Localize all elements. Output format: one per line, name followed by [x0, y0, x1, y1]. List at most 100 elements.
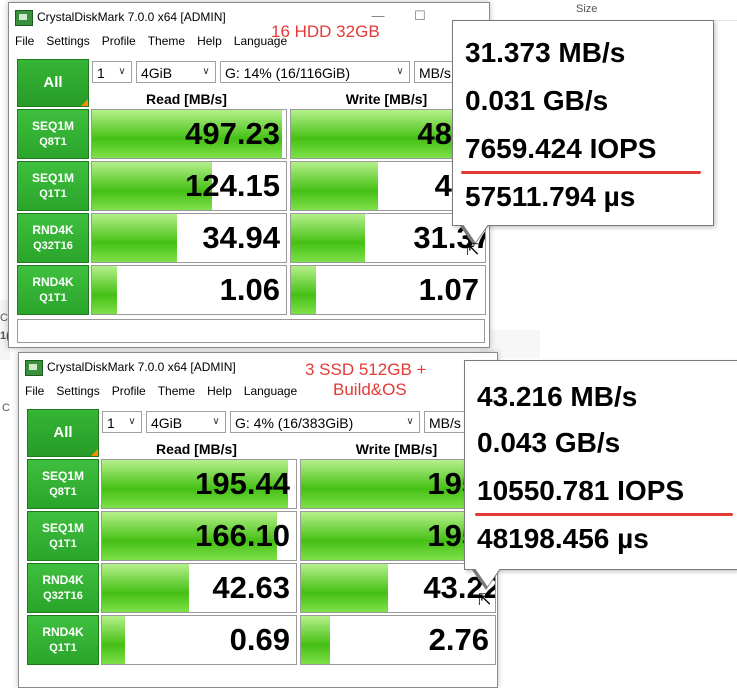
read-column-header: Read [MB/s]	[156, 441, 237, 457]
iops-underline	[475, 513, 733, 516]
all-button-label: All	[43, 74, 63, 91]
menu-help[interactable]: Help	[191, 31, 228, 51]
test-params: Q1T1	[49, 642, 77, 654]
test-name: RND4K	[32, 223, 74, 237]
benchmark-panel: All 1 ∨ 4GiB ∨ G: 4% (16/383GiB) ∨ MB/s …	[19, 401, 497, 687]
test-params: Q32T16	[43, 590, 83, 602]
count-select[interactable]: 1 ∨	[92, 61, 132, 83]
mouse-cursor-icon: ⇱	[478, 592, 492, 609]
menu-theme[interactable]: Theme	[142, 31, 191, 51]
read-result: 497.23	[91, 109, 287, 159]
title-bar[interactable]: CrystalDiskMark 7.0.0 x64 [ADMIN] 3 SSD …	[19, 353, 497, 399]
read-value: 1.06	[219, 272, 280, 307]
read-value: 124.15	[185, 168, 280, 203]
test-name: RND4K	[32, 275, 74, 289]
all-button-label: All	[53, 424, 73, 441]
test-params: Q1T1	[39, 188, 67, 200]
corner-marker	[81, 99, 88, 106]
chevron-down-icon: ∨	[118, 66, 126, 77]
read-bar	[92, 214, 178, 262]
all-button[interactable]: All	[17, 59, 89, 107]
read-value: 497.23	[185, 116, 280, 151]
write-bar	[301, 564, 389, 612]
test-name: SEQ1M	[31, 119, 74, 133]
read-value: 34.94	[202, 220, 280, 255]
test-name: SEQ1M	[31, 171, 74, 185]
test-button-rnd4k-q1t1[interactable]: RND4K Q1T1	[27, 615, 99, 665]
test-params: Q1T1	[39, 292, 67, 304]
read-bar	[102, 616, 126, 664]
tooltip-latency: 57511.794 µs	[465, 181, 636, 212]
count-select[interactable]: 1 ∨	[102, 411, 142, 433]
size-value: 4GiB	[141, 65, 173, 81]
background-text: C	[2, 402, 10, 414]
read-result: 0.69	[101, 615, 297, 665]
read-value: 195.44	[195, 466, 290, 501]
write-bar	[291, 214, 365, 262]
menu-help[interactable]: Help	[201, 381, 238, 401]
menu-settings[interactable]: Settings	[40, 31, 95, 51]
menu-file[interactable]: File	[19, 381, 50, 401]
read-result: 34.94	[91, 213, 287, 263]
maximize-icon[interactable]: ☐	[409, 7, 431, 25]
chevron-down-icon: ∨	[406, 416, 414, 427]
size-value: 4GiB	[151, 415, 183, 431]
app-icon	[15, 10, 33, 26]
test-button-seq1m-q1t1[interactable]: SEQ1M Q1T1	[17, 161, 89, 211]
test-button-rnd4k-q1t1[interactable]: RND4K Q1T1	[17, 265, 89, 315]
menu-language[interactable]: Language	[228, 31, 293, 51]
crystaldiskmark-window-hdd: CrystalDiskMark 7.0.0 x64 [ADMIN] 16 HDD…	[8, 2, 490, 348]
minimize-icon[interactable]: —	[367, 7, 389, 25]
benchmark-panel: All 1 ∨ 4GiB ∨ G: 14% (16/116GiB) ∨ MB/s…	[9, 51, 489, 347]
menu-settings[interactable]: Settings	[50, 381, 105, 401]
test-button-rnd4k-q32t16[interactable]: RND4K Q32T16	[17, 213, 89, 263]
tooltip-pointer-inner	[474, 567, 501, 587]
write-bar	[291, 266, 317, 314]
test-button-rnd4k-q32t16[interactable]: RND4K Q32T16	[27, 563, 99, 613]
drive-select[interactable]: G: 14% (16/116GiB) ∨	[220, 61, 410, 83]
test-button-seq1m-q8t1[interactable]: SEQ1M Q8T1	[27, 459, 99, 509]
menu-language[interactable]: Language	[238, 381, 303, 401]
test-button-seq1m-q8t1[interactable]: SEQ1M Q8T1	[17, 109, 89, 159]
iops-tooltip: 43.216 MB/s 0.043 GB/s 10550.781 IOPS 48…	[464, 360, 737, 570]
count-value: 1	[107, 415, 115, 431]
write-result: 2.76	[300, 615, 496, 665]
menu-theme[interactable]: Theme	[152, 381, 201, 401]
write-result: 43.22	[300, 563, 496, 613]
write-value: 2.76	[428, 622, 489, 657]
tooltip-iops: 7659.424 IOPS	[465, 133, 657, 164]
test-name: SEQ1M	[41, 469, 84, 483]
tooltip-mbs: 43.216 MB/s	[477, 381, 638, 412]
write-bar	[291, 162, 379, 210]
read-column-header: Read [MB/s]	[146, 91, 227, 107]
drive-value: G: 4% (16/383GiB)	[235, 415, 354, 431]
chevron-down-icon: ∨	[212, 416, 220, 427]
comment-field[interactable]	[17, 319, 485, 343]
menu-file[interactable]: File	[9, 31, 40, 51]
tooltip-iops: 10550.781 IOPS	[477, 475, 685, 506]
all-button[interactable]: All	[27, 409, 99, 457]
size-select[interactable]: 4GiB ∨	[136, 61, 216, 83]
size-select[interactable]: 4GiB ∨	[146, 411, 226, 433]
menu-profile[interactable]: Profile	[96, 31, 142, 51]
read-bar	[92, 266, 118, 314]
test-params: Q1T1	[49, 538, 77, 550]
unit-value: MB/s	[419, 65, 451, 81]
iops-tooltip: 31.373 MB/s 0.031 GB/s 7659.424 IOPS 575…	[452, 20, 714, 226]
title-bar[interactable]: CrystalDiskMark 7.0.0 x64 [ADMIN] 16 HDD…	[9, 3, 489, 41]
test-button-seq1m-q1t1[interactable]: SEQ1M Q1T1	[27, 511, 99, 561]
read-result: 1.06	[91, 265, 287, 315]
test-params: Q32T16	[33, 240, 73, 252]
chevron-down-icon: ∨	[396, 66, 404, 77]
tooltip-latency: 48198.456 µs	[477, 523, 649, 554]
app-icon	[25, 360, 43, 376]
tooltip-gbs: 0.043 GB/s	[477, 427, 621, 458]
drive-select[interactable]: G: 4% (16/383GiB) ∨	[230, 411, 420, 433]
menu-profile[interactable]: Profile	[106, 381, 152, 401]
drive-value: G: 14% (16/116GiB)	[225, 65, 351, 81]
write-bar	[301, 616, 331, 664]
read-value: 166.10	[195, 518, 290, 553]
size-column-header: Size	[576, 3, 598, 15]
tooltip-gbs: 0.031 GB/s	[465, 85, 609, 116]
iops-underline	[461, 171, 701, 174]
